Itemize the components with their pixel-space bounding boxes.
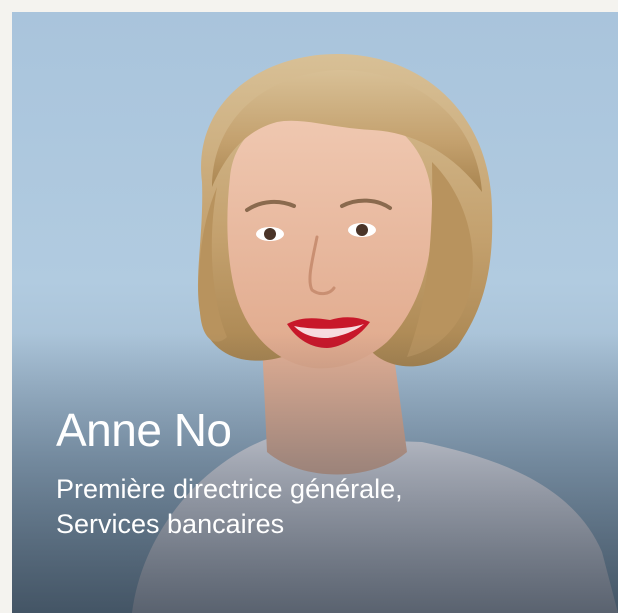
profile-card[interactable]: Anne No Première directrice générale, Se…	[12, 12, 618, 613]
profile-caption: Anne No Première directrice générale, Se…	[56, 402, 596, 542]
profile-name: Anne No	[56, 404, 232, 456]
profile-title-line-2: Services bancaires	[56, 509, 285, 539]
profile-title: Première directrice générale, Services b…	[56, 472, 596, 542]
profile-title-line-1: Première directrice générale,	[56, 474, 403, 504]
